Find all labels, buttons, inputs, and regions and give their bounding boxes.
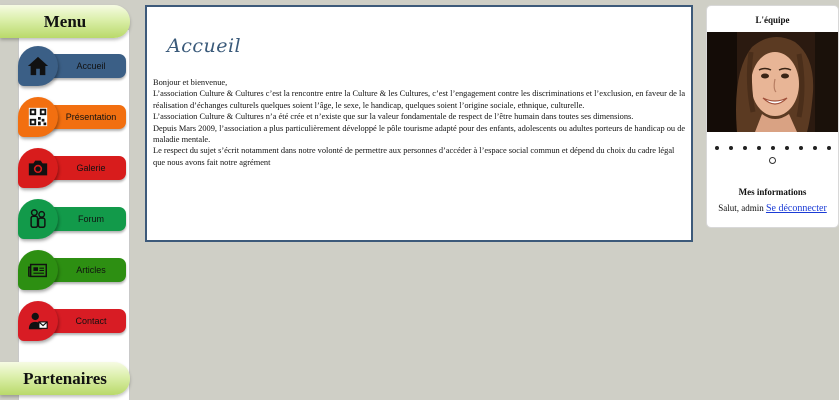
- nav-bubble: [18, 46, 58, 86]
- nav-item-galerie[interactable]: Galerie: [18, 148, 130, 199]
- sidebar: Menu Accueil Présentation Galerie Forum …: [0, 0, 130, 400]
- team-photo: [707, 32, 838, 132]
- slideshow-dot[interactable]: [742, 146, 747, 151]
- nav-bubble: [18, 199, 58, 239]
- nav-item-contact[interactable]: Contact: [18, 301, 130, 352]
- article-paragraph: L’association Culture & Cultures c’est l…: [153, 89, 686, 110]
- right-panel: L'équipe Mes informations Salut, admin S…: [706, 5, 839, 228]
- slideshow-dot[interactable]: [826, 146, 831, 151]
- article-paragraph: Bonjour et bienvenue,: [153, 78, 228, 87]
- page-title: Accueil: [167, 35, 242, 57]
- slideshow-dots: [709, 142, 836, 166]
- nav-label: Articles: [76, 265, 106, 275]
- slideshow-dot[interactable]: [812, 146, 817, 151]
- camera-icon: [28, 160, 48, 176]
- slideshow-dot[interactable]: [756, 146, 761, 151]
- article-body: Bonjour et bienvenue, L’association Cult…: [153, 77, 687, 168]
- article-paragraph: L’association Culture & Cultures n’a été…: [153, 112, 634, 122]
- slideshow-dot[interactable]: [770, 146, 775, 151]
- newspaper-icon: [28, 263, 47, 278]
- team-title: L'équipe: [755, 15, 790, 25]
- user-greeting: Salut, admin Se déconnecter: [707, 203, 838, 214]
- home-icon: [27, 56, 49, 76]
- nav-label: Contact: [75, 316, 107, 326]
- people-icon: [30, 209, 46, 228]
- nav-label: Forum: [77, 214, 104, 224]
- nav-label: Présentation: [65, 112, 117, 122]
- article-paragraph: Le respect du sujet s’écrit notamment da…: [153, 146, 675, 167]
- main-nav: Accueil Présentation Galerie Forum Artic…: [18, 46, 130, 352]
- slideshow-dot[interactable]: [714, 146, 719, 151]
- team-photo-image: [707, 32, 838, 132]
- slideshow-dot[interactable]: [784, 146, 789, 151]
- nav-label: Galerie: [76, 163, 106, 173]
- info-title: Mes informations: [738, 187, 807, 197]
- slideshow-dot[interactable]: [798, 146, 803, 151]
- main-content: Accueil Bonjour et bienvenue, L’associat…: [145, 5, 693, 242]
- partners-header: Partenaires: [0, 362, 130, 395]
- menu-header: Menu: [0, 5, 130, 38]
- qr-code-icon: [28, 107, 48, 127]
- nav-item-forum[interactable]: Forum: [18, 199, 130, 250]
- nav-bubble: [18, 301, 58, 341]
- nav-bubble: [18, 97, 58, 137]
- slideshow-dot[interactable]: [769, 156, 776, 164]
- nav-label: Accueil: [76, 61, 106, 71]
- nav-bubble: [18, 250, 58, 290]
- nav-item-articles[interactable]: Articles: [18, 250, 130, 301]
- article-paragraph: Depuis Mars 2009, l’association a plus p…: [153, 123, 686, 145]
- nav-bubble: [18, 148, 58, 188]
- logout-link[interactable]: Se déconnecter: [766, 203, 827, 214]
- nav-item-accueil[interactable]: Accueil: [18, 46, 130, 97]
- greeting-text: Salut, admin: [718, 203, 764, 213]
- contact-icon: [28, 312, 48, 330]
- nav-item-presentation[interactable]: Présentation: [18, 97, 130, 148]
- slideshow-dot[interactable]: [728, 146, 733, 151]
